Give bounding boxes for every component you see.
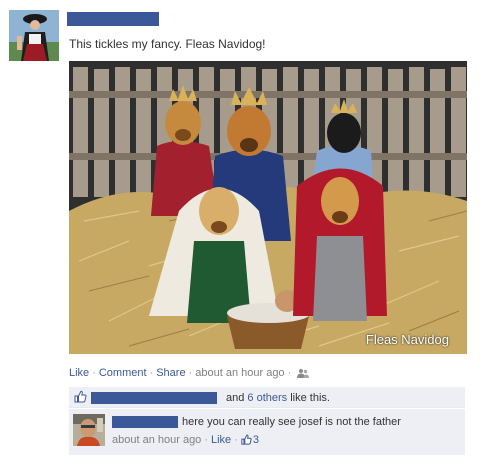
liker-name[interactable]	[91, 392, 217, 404]
commenter-name[interactable]	[112, 416, 178, 428]
separator: ·	[188, 367, 193, 379]
feed-story: This tickles my fancy. Fleas Navidog! Fl…	[0, 0, 499, 468]
separator: ·	[149, 367, 154, 379]
thumbs-up-icon	[241, 434, 252, 448]
feedback-box: and 6 others like this. here you can rea…	[69, 387, 465, 457]
comment-meta: about an hour ago · Like · 3	[112, 434, 259, 448]
likes-summary: and 6 others like this.	[226, 392, 330, 404]
author-name[interactable]	[67, 12, 159, 26]
commenter-avatar[interactable]	[73, 414, 105, 446]
story-actions: Like · Comment · Share · about an hour ago ·	[69, 367, 310, 381]
comment-text: here you can really see josef is not the…	[182, 416, 401, 428]
separator: ·	[92, 367, 96, 379]
share-link[interactable]: Share	[156, 367, 185, 379]
comment-like-count[interactable]: 3	[241, 434, 259, 446]
separator: ·	[287, 367, 292, 379]
comment-timestamp[interactable]: about an hour ago	[112, 434, 201, 446]
comment-like-count-value: 3	[252, 434, 259, 446]
separator: ·	[204, 434, 208, 446]
comment-item: here you can really see josef is not the…	[69, 409, 465, 455]
post-photo[interactable]: Fleas Navidog	[69, 61, 467, 354]
post-message: This tickles my fancy. Fleas Navidog!	[69, 37, 266, 51]
friends-icon[interactable]	[297, 368, 310, 381]
likes-sentence: and 6 others like this.	[69, 387, 465, 408]
likes-and: and	[226, 392, 245, 404]
post-timestamp[interactable]: about an hour ago	[195, 367, 284, 379]
separator: ·	[234, 434, 238, 446]
comment-like-link[interactable]: Like	[211, 434, 231, 446]
author-avatar[interactable]	[9, 10, 59, 61]
likes-suffix: like this.	[290, 392, 330, 404]
photo-watermark: Fleas Navidog	[365, 332, 449, 347]
comment-link[interactable]: Comment	[99, 367, 147, 379]
others-link[interactable]: 6 others	[247, 392, 287, 404]
like-link[interactable]: Like	[69, 367, 89, 379]
thumbs-up-icon	[74, 390, 87, 406]
